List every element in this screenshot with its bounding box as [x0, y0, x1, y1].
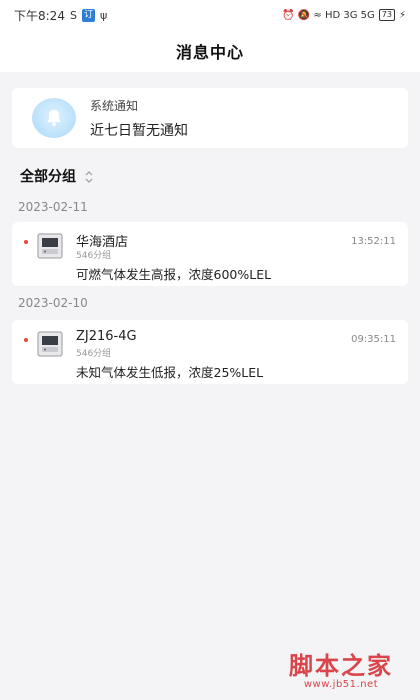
gas-detector-icon [36, 330, 64, 358]
system-notice-card[interactable]: 系统通知 近七日暂无通知 [12, 88, 408, 148]
screen: 下午8:24 S 订 ψ ⏰ 🔕 ≈ HD 3G 5G 73 ⚡ 消息中心 系统… [0, 0, 420, 700]
status-right: ⏰ 🔕 ≈ HD 3G 5G 73 ⚡ [282, 9, 406, 21]
system-notice-subtitle: 近七日暂无通知 [90, 122, 188, 139]
page-title: 消息中心 [175, 43, 244, 62]
message-body: 未知气体发生低报，浓度25%LEL [76, 365, 264, 380]
battery-icon: 73 [378, 9, 395, 21]
charging-icon: ⚡ [398, 9, 406, 21]
unread-dot [24, 338, 28, 342]
message-group-name: 546分组 [76, 349, 112, 359]
system-notice-text: 系统通知 近七日暂无通知 [90, 97, 188, 140]
sort-icon [84, 169, 94, 183]
message-device-name: ZJ216-4G [76, 329, 137, 344]
status-time: 下午8:24 [14, 8, 65, 23]
status-left: 下午8:24 S 订 ψ [14, 7, 107, 24]
unread-dot [24, 240, 28, 244]
header: 消息中心 [0, 30, 420, 72]
message-body: 可燃气体发生高报，浓度600%LEL [76, 267, 272, 282]
group-filter[interactable]: 全部分组 [20, 166, 94, 186]
message-time: 09:35:11 [351, 334, 396, 345]
message-group-name: 546分组 [76, 251, 112, 261]
message-card[interactable]: 华海酒店 546分组 13:52:11 可燃气体发生高报，浓度600%LEL [12, 222, 408, 286]
group-filter-label: 全部分组 [20, 169, 76, 185]
watermark-logo-text: 脚本之家 [289, 651, 393, 680]
watermark: 脚本之家 www.jb51.net [276, 646, 406, 690]
status-app-icon: 订 [81, 8, 95, 22]
bell-icon [32, 98, 76, 138]
gas-detector-icon [36, 232, 64, 260]
date-label: 2023-02-11 [18, 200, 88, 214]
system-notice-title: 系统通知 [90, 98, 139, 113]
date-label: 2023-02-10 [18, 296, 88, 310]
status-app-s: S [69, 8, 77, 22]
message-time: 13:52:11 [351, 236, 396, 247]
usb-icon: ψ [99, 8, 108, 22]
message-card[interactable]: ZJ216-4G 546分组 09:35:11 未知气体发生低报，浓度25%LE… [12, 320, 408, 384]
status-indicators: ⏰ 🔕 ≈ HD 3G 5G [282, 9, 375, 21]
status-bar: 下午8:24 S 订 ψ ⏰ 🔕 ≈ HD 3G 5G 73 ⚡ [0, 0, 420, 30]
